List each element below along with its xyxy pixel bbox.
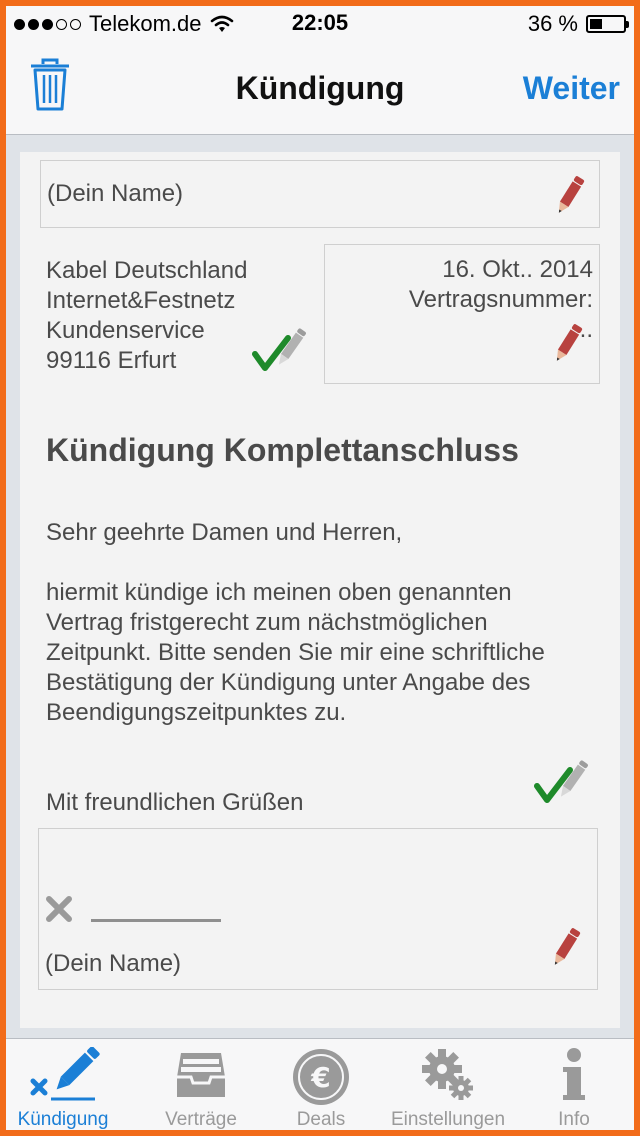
tab-label: Einstellungen [390, 1109, 506, 1130]
tab-vertraege[interactable]: Verträge [146, 1039, 256, 1130]
signature-field[interactable]: (Dein Name) [38, 828, 598, 990]
euro-coin-icon: € [293, 1049, 349, 1105]
recipient-check-edit-icon[interactable] [252, 324, 308, 376]
signature-line [91, 919, 221, 922]
closing-check-edit-icon[interactable] [534, 756, 590, 808]
recipient-line: Internet&Festnetz [46, 287, 236, 314]
status-right: 36 % [527, 11, 629, 37]
recipient-line: 99116 Erfurt [46, 347, 177, 374]
recipient-line: Kabel Deutschland [46, 257, 248, 284]
cancel-pen-icon [30, 1047, 100, 1101]
tab-kuendigung[interactable]: Kündigung [6, 1039, 120, 1130]
navigation-bar: Kündigung Weiter [6, 42, 634, 135]
body-line: Vertrag fristgerecht zum nächstmöglichen [46, 609, 488, 636]
info-icon [563, 1048, 585, 1100]
body-line: Beendigungszeitpunktes zu. [46, 699, 347, 726]
recipient-line: Kundenservice [46, 317, 205, 344]
date-contract-field[interactable]: 16. Okt.. 2014 Vertragsnummer: .. [324, 244, 600, 384]
tab-deals[interactable]: € Deals [266, 1039, 376, 1130]
inbox-tray-icon [177, 1053, 225, 1097]
battery-icon [586, 15, 629, 33]
next-button[interactable]: Weiter [523, 70, 620, 107]
svg-text:€: € [310, 1061, 330, 1094]
edit-pencil-icon[interactable] [553, 173, 587, 217]
sender-name: (Dein Name) [47, 180, 184, 207]
battery-percent: 36 % [527, 11, 578, 36]
signature-name: (Dein Name) [45, 950, 182, 977]
tab-einstellungen[interactable]: Einstellungen [386, 1039, 510, 1130]
signature-x-icon [46, 896, 72, 922]
edit-pencil-icon[interactable] [549, 925, 583, 969]
tab-info[interactable]: Info [534, 1039, 614, 1130]
letter-paper: (Dein Name) Kabel Deutschland Internet&F… [20, 152, 620, 1028]
letter-salutation: Sehr geehrte Damen und Herren, [46, 519, 403, 546]
letter-subject: Kündigung Komplettanschluss [46, 432, 519, 468]
screen: Telekom.de 22:05 36 % Kündigung Weiter (… [6, 6, 634, 1130]
tab-label: Deals [296, 1109, 346, 1130]
body-line: Zeitpunkt. Bitte senden Sie mir eine sch… [46, 639, 545, 666]
tab-label: Verträge [165, 1109, 237, 1130]
status-bar: Telekom.de 22:05 36 % [6, 6, 634, 42]
body-line: hiermit kündige ich meinen oben genannte… [46, 579, 512, 606]
tab-label: Info [558, 1109, 590, 1130]
edit-pencil-icon[interactable] [551, 321, 585, 365]
body-line: Bestätigung der Kündigung unter Angabe d… [46, 669, 531, 696]
sender-field[interactable]: (Dein Name) [40, 160, 600, 228]
letter-closing: Mit freundlichen Grüßen [46, 789, 304, 816]
tab-bar: Kündigung Verträge € Deals Einstellungen… [6, 1038, 634, 1130]
gears-icon [422, 1049, 473, 1100]
tab-label: Kündigung [17, 1109, 109, 1130]
letter-date: 16. Okt.. 2014 [442, 256, 593, 283]
contract-number-label: Vertragsnummer: [408, 286, 593, 313]
